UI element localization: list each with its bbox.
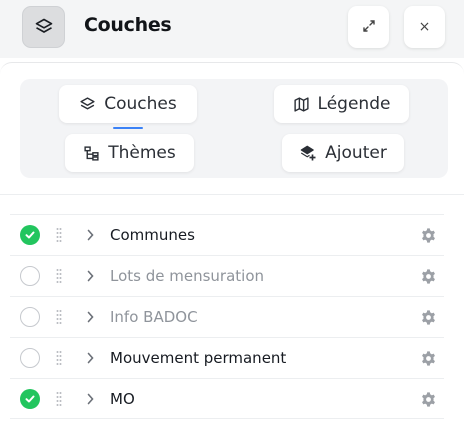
chevron-right-icon[interactable] <box>87 391 97 407</box>
drag-handle-icon[interactable] <box>55 267 63 285</box>
layer-name: Mouvement permanent <box>110 349 287 367</box>
panel-header: Couches × <box>0 0 464 58</box>
visibility-checkbox[interactable] <box>20 389 40 409</box>
active-tab-indicator <box>113 127 143 129</box>
divider <box>0 194 464 195</box>
layer-row: Communes <box>10 214 444 255</box>
tab-themes[interactable]: Thèmes <box>65 134 194 172</box>
layer-row: Lots de mensuration <box>10 255 444 296</box>
tree-icon <box>83 145 100 162</box>
gear-icon[interactable] <box>418 389 438 409</box>
tab-label: Légende <box>317 94 391 114</box>
add-layer-icon <box>299 144 317 162</box>
layers-icon <box>79 96 96 113</box>
chevron-right-icon[interactable] <box>87 227 97 243</box>
visibility-checkbox[interactable] <box>20 266 40 286</box>
tab-legende[interactable]: Légende <box>274 85 409 123</box>
close-icon: × <box>418 19 431 35</box>
close-button[interactable]: × <box>404 6 445 48</box>
layer-name: Communes <box>110 226 195 244</box>
chevron-right-icon[interactable] <box>87 350 97 366</box>
drag-handle-icon[interactable] <box>55 390 63 408</box>
layer-name: Lots de mensuration <box>110 267 265 285</box>
layer-name: MO <box>110 390 135 408</box>
tab-ajouter[interactable]: Ajouter <box>282 134 404 172</box>
layer-list: Communes Lots de mensuration Info BADOC <box>10 214 444 419</box>
tab-label: Thèmes <box>108 143 176 163</box>
chevron-right-icon[interactable] <box>87 268 97 284</box>
drag-handle-icon[interactable] <box>55 226 63 244</box>
layer-row: Info BADOC <box>10 296 444 337</box>
expand-button[interactable] <box>348 6 389 48</box>
layers-icon[interactable] <box>22 6 65 48</box>
layer-name: Info BADOC <box>110 308 198 326</box>
gear-icon[interactable] <box>418 348 438 368</box>
tab-couches[interactable]: Couches <box>59 85 197 123</box>
visibility-checkbox[interactable] <box>20 225 40 245</box>
panel-title: Couches <box>84 14 172 36</box>
drag-handle-icon[interactable] <box>55 349 63 367</box>
gear-icon[interactable] <box>418 266 438 286</box>
expand-icon <box>362 18 376 37</box>
gear-icon[interactable] <box>418 225 438 245</box>
tab-label: Ajouter <box>325 143 387 163</box>
gear-icon[interactable] <box>418 307 438 327</box>
map-icon <box>293 96 310 113</box>
chevron-right-icon[interactable] <box>87 309 97 325</box>
layer-row: MO <box>10 378 444 419</box>
drag-handle-icon[interactable] <box>55 308 63 326</box>
layer-row: Mouvement permanent <box>10 337 444 378</box>
visibility-checkbox[interactable] <box>20 307 40 327</box>
tab-label: Couches <box>104 94 177 114</box>
visibility-checkbox[interactable] <box>20 348 40 368</box>
